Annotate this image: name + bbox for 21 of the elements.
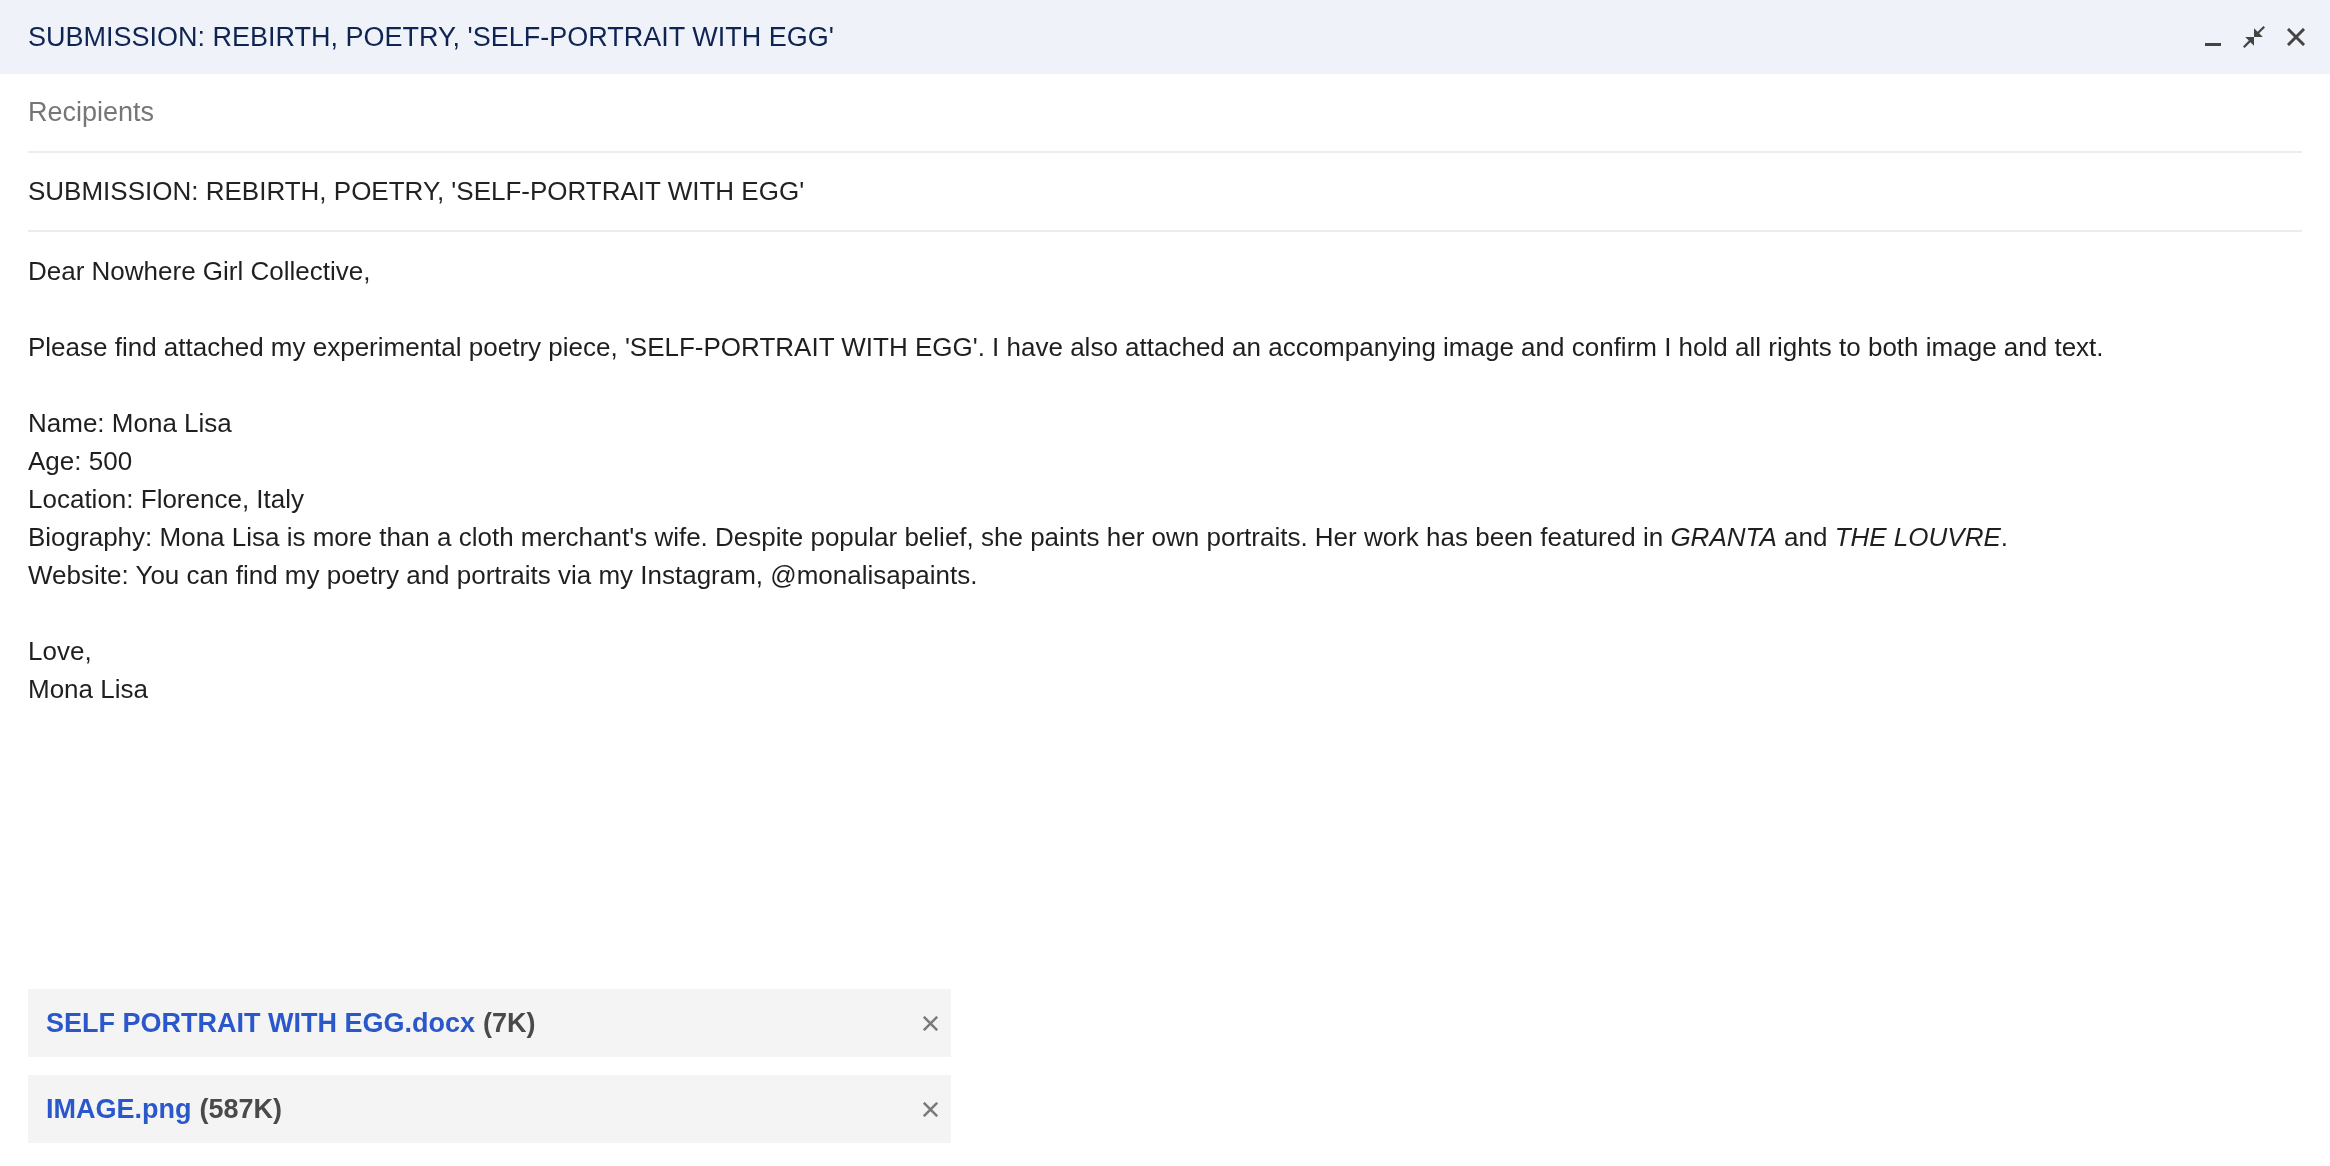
message-line: Age: 500 — [28, 445, 133, 478]
message-line: Name: Mona Lisa — [28, 407, 232, 440]
message-line: Dear Nowhere Girl Collective, — [28, 255, 371, 288]
message-line: Mona Lisa — [28, 673, 148, 706]
attachment-link[interactable]: SELF PORTRAIT WITH EGG.docx — [46, 1002, 475, 1044]
collapse-icon[interactable] — [2243, 26, 2265, 48]
remove-icon[interactable] — [923, 1015, 938, 1031]
file-size-text: (587K) — [199, 1092, 282, 1126]
recipients-field[interactable]: Recipients — [28, 92, 2302, 133]
message-line: Love, — [28, 635, 92, 668]
message-line: Website: You can find my poetry and portraits via my Instagram, @monalisapaints. — [28, 559, 978, 592]
message-line: Biography: Mona Lisa is more than a cloth merchant's wife. Despite popular belief, she paints her own portraits. Her work has been featured in GRANTA and THE LOUVRE. — [28, 521, 2009, 554]
message-line: Location: Florence, Italy — [28, 483, 305, 516]
file-size-text: (7K) — [483, 1006, 536, 1040]
remove-icon[interactable] — [923, 1101, 938, 1117]
minimize-icon[interactable] — [2205, 42, 2221, 46]
window-title: SUBMISSION: REBIRTH, POETRY, 'SELF-PORTRAIT WITH EGG' — [28, 20, 835, 54]
close-icon[interactable] — [2287, 28, 2305, 46]
message-line: Please find attached my experimental poetry piece, 'SELF-PORTRAIT WITH EGG'. I have also attached an accompanying image and confirm I hold all rights to both image and text. — [28, 331, 2104, 364]
subject-field[interactable]: SUBMISSION: REBIRTH, POETRY, 'SELF-PORTRAIT WITH EGG' — [28, 171, 2302, 212]
attachment-link[interactable]: IMAGE.png — [46, 1088, 192, 1130]
